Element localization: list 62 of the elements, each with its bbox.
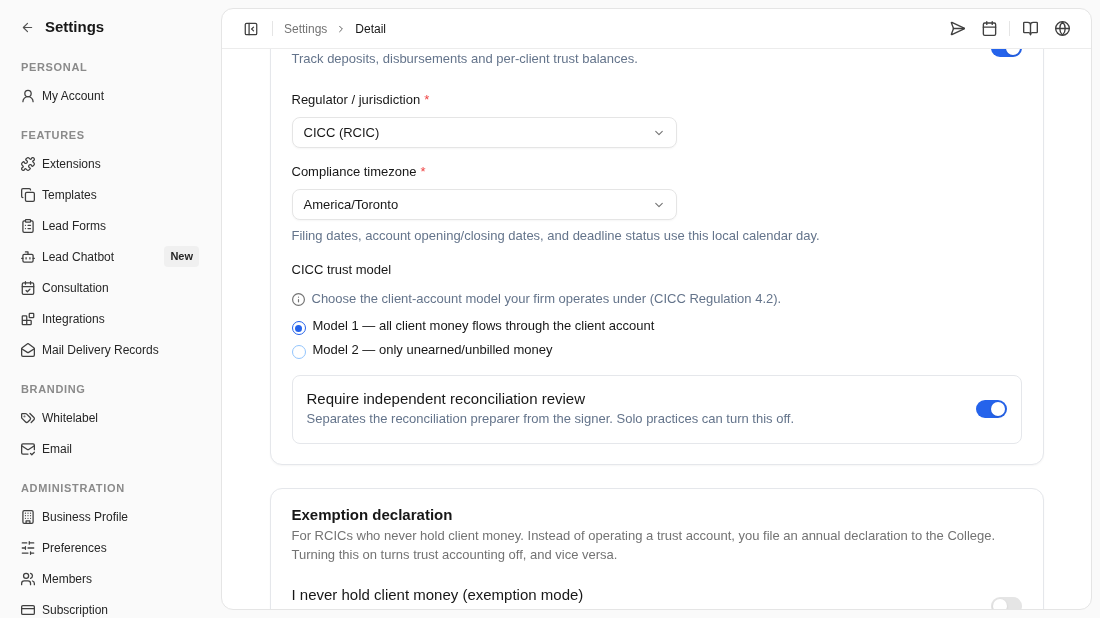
required-mark: * (420, 163, 426, 182)
sidebar-item[interactable]: Extensions (8, 148, 213, 179)
sidebar-item[interactable]: Consultation (8, 272, 213, 303)
sidebar-item[interactable]: My Account (8, 80, 213, 111)
mail-open-icon[interactable] (21, 342, 35, 357)
required-mark: * (424, 91, 430, 110)
user-icon[interactable] (21, 88, 35, 103)
radio-button[interactable] (291, 345, 306, 359)
sidebar-item[interactable]: Mail Delivery Records (8, 334, 213, 365)
card-title: Exemption declaration (291, 505, 454, 525)
help-text: Filing dates, account opening/closing dates, and deadline status use this local calendar day. (291, 227, 821, 245)
sidebar-item[interactable]: Email (8, 433, 213, 464)
credit-card-icon[interactable] (21, 602, 35, 617)
feature-badge: New (164, 246, 199, 267)
radio-button[interactable] (291, 321, 306, 335)
book-open-icon[interactable] (1022, 21, 1038, 36)
tags-icon[interactable] (21, 410, 35, 425)
field-label: Compliance timezone (291, 163, 417, 182)
info-icon (291, 292, 305, 306)
puzzle-icon[interactable] (21, 156, 35, 171)
calendar-check-icon[interactable] (21, 280, 35, 295)
section-heading: PERSONAL (21, 60, 88, 76)
radio-label[interactable]: Model 1 — all client money flows through the client account (312, 317, 655, 335)
breadcrumb-current: Detail (355, 20, 387, 38)
field-label: CICC trust model (291, 261, 393, 279)
sliders-icon[interactable] (21, 540, 35, 555)
sidebar-item[interactable]: Lead Chatbot New (8, 241, 213, 272)
sidebar-item[interactable]: Preferences (8, 532, 213, 563)
hint-text: Choose the client-account model your firm operates under (CICC Regulation 4.2). (311, 290, 782, 308)
select-field[interactable]: America/Toronto (291, 189, 677, 220)
card-description: Track deposits, disbursements and per-client trust balances. (291, 50, 638, 68)
sidebar-item[interactable]: Lead Forms (8, 210, 213, 241)
breadcrumb-link[interactable]: Settings (284, 19, 328, 38)
calendar-icon[interactable] (981, 21, 997, 36)
sidebar-item[interactable]: Subscription (8, 594, 213, 618)
send-icon[interactable] (949, 21, 965, 36)
sidebar-item[interactable]: Integrations (8, 303, 213, 334)
sidebar-item[interactable]: Business Profile (8, 501, 213, 532)
files-icon[interactable] (21, 187, 35, 202)
bot-icon[interactable] (21, 249, 35, 264)
building-icon[interactable] (21, 509, 35, 524)
toggle-switch[interactable] (975, 399, 1007, 418)
users-icon[interactable] (21, 571, 35, 586)
sidebar-item[interactable]: Whitelabel (8, 402, 213, 433)
sidebar-item[interactable]: Members (8, 563, 213, 594)
clipboard-icon[interactable] (21, 218, 35, 233)
blocks-icon[interactable] (21, 311, 35, 326)
radio-label[interactable]: Model 2 — only unearned/unbilled money (312, 341, 553, 359)
setting-label: I never hold client money (exemption mode) (291, 585, 584, 605)
select-field[interactable]: CICC (RCIC) (291, 117, 677, 148)
panel-left-icon[interactable] (244, 21, 258, 36)
setting-title: Require independent reconciliation review (306, 389, 586, 409)
field-label: Regulator / jurisdiction (291, 91, 421, 110)
sidebar-title: Settings (45, 17, 105, 38)
section-heading: BRANDING (21, 382, 86, 398)
section-heading: ADMINISTRATION (21, 481, 125, 497)
section-heading: FEATURES (21, 128, 85, 144)
mail-check-icon[interactable] (21, 441, 35, 456)
globe-icon[interactable] (1054, 21, 1070, 36)
card-description: For RCICs who never hold client money. Instead of operating a trust account, you file an annual declaration to the College. Turning this on turns trust accounting off, and vice versa. (291, 527, 997, 564)
sidebar-item[interactable]: Templates (8, 179, 213, 210)
setting-description: Separates the reconciliation preparer from the signer. Solo practices can turn this off. (306, 410, 795, 428)
